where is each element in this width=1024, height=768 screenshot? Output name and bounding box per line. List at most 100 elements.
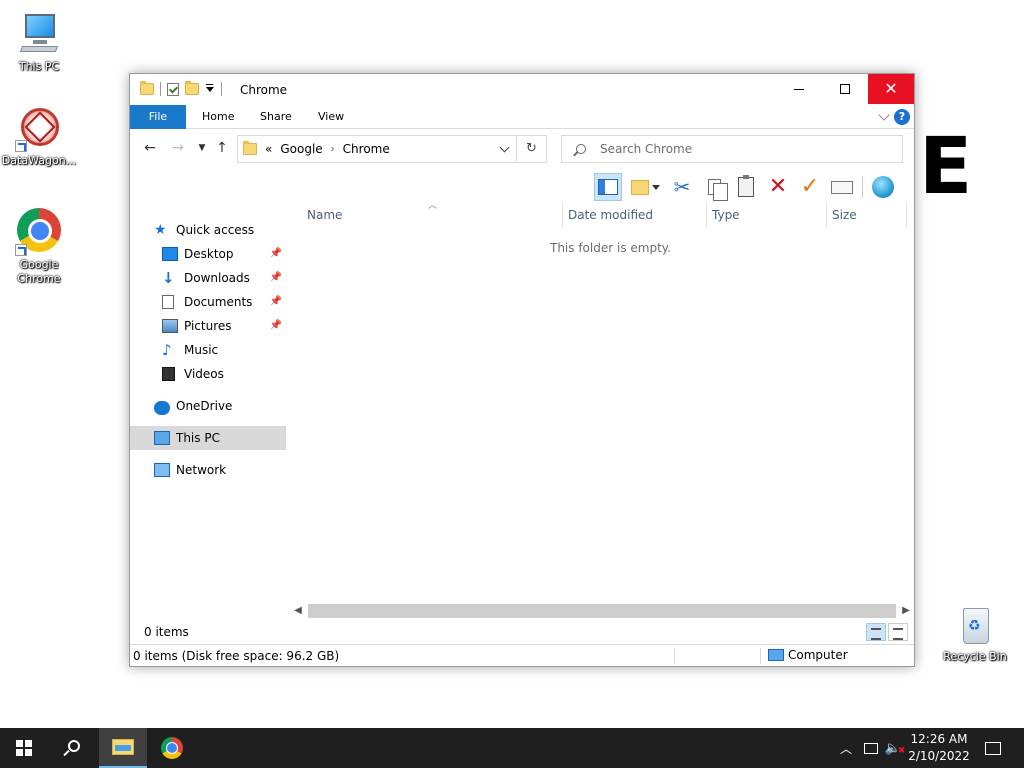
address-dropdown-chevron-icon[interactable] — [499, 142, 510, 153]
nav-pictures[interactable]: Pictures 📌 — [130, 314, 286, 338]
taskbar-file-explorer[interactable] — [99, 728, 147, 768]
breadcrumb-google[interactable]: Google — [280, 142, 322, 156]
taskbar-clock[interactable]: 12:26 AM 2/10/2022 — [906, 731, 972, 765]
tab-file[interactable]: File — [130, 105, 186, 129]
column-header-name[interactable]: Name — [307, 205, 342, 225]
music-icon: ♪ — [162, 341, 172, 359]
column-divider[interactable] — [562, 202, 563, 228]
up-button[interactable]: ↑ — [214, 140, 230, 156]
preview-pane-button[interactable] — [594, 173, 622, 201]
recent-locations-button[interactable]: ▼ — [194, 140, 210, 156]
cut-button[interactable]: ✂ — [668, 173, 696, 201]
tab-view[interactable]: View — [304, 105, 358, 129]
help-icon[interactable]: ? — [894, 109, 910, 125]
new-folder-button[interactable] — [626, 173, 654, 201]
back-button[interactable]: ← — [142, 140, 158, 156]
shortcut-arrow-icon — [15, 244, 27, 256]
taskbar-search-button[interactable] — [48, 728, 96, 768]
shell-button[interactable] — [869, 173, 897, 201]
separator — [674, 648, 675, 664]
column-header-type[interactable]: Type — [712, 205, 740, 225]
separator — [760, 648, 761, 664]
copy-button[interactable] — [700, 173, 728, 201]
column-divider[interactable] — [826, 202, 827, 228]
nav-quick-access[interactable]: ★ Quick access — [130, 218, 286, 242]
rename-button[interactable] — [828, 173, 856, 201]
minimize-button[interactable] — [776, 74, 822, 104]
expand-ribbon-chevron-icon[interactable] — [878, 109, 890, 121]
maximize-button[interactable] — [822, 74, 868, 104]
address-bar[interactable]: « Google › Chrome ↻ — [237, 135, 547, 163]
action-center-button[interactable] — [982, 728, 1004, 768]
horizontal-scrollbar[interactable]: ◀ ▶ — [290, 603, 914, 619]
desktop-icon-this-pc[interactable]: This PC — [1, 10, 77, 74]
nav-downloads[interactable]: ↓ Downloads 📌 — [130, 266, 286, 290]
scroll-right-icon[interactable]: ▶ — [898, 603, 914, 619]
pin-icon[interactable]: 📌 — [270, 296, 282, 307]
breadcrumb-separator[interactable]: › — [331, 144, 335, 155]
network-tray-button[interactable] — [862, 728, 880, 768]
status-disk-space: 0 items (Disk free space: 96.2 GB) — [133, 649, 340, 663]
separator — [160, 82, 161, 96]
breadcrumb-chrome[interactable]: Chrome — [343, 142, 390, 156]
shortcut-arrow-icon — [15, 140, 27, 152]
nav-network[interactable]: Network — [130, 458, 286, 482]
refresh-button[interactable]: ↻ — [516, 136, 546, 162]
taskbar: ︿ 🔈 ✖ 12:26 AM 2/10/2022 — [0, 728, 1024, 768]
network-icon — [154, 463, 170, 477]
volume-tray-button[interactable]: 🔈 ✖ — [885, 728, 906, 768]
folder-icon — [140, 81, 154, 95]
pin-icon[interactable]: 📌 — [270, 272, 282, 283]
details-view-button[interactable] — [866, 623, 886, 641]
arrow-up-icon: ↑ — [216, 140, 228, 156]
scrollbar-thumb[interactable] — [308, 604, 896, 618]
status-bar: 0 items (Disk free space: 96.2 GB) Compu… — [130, 644, 914, 666]
nav-label: Music — [184, 343, 219, 357]
column-divider[interactable] — [906, 202, 907, 228]
search-input[interactable] — [600, 142, 880, 156]
desktop-icon-google-chrome[interactable]: Google Chrome — [1, 206, 77, 286]
properties-button[interactable]: ✓ — [796, 173, 824, 201]
breadcrumb-overflow[interactable]: « — [265, 142, 272, 156]
tab-share[interactable]: Share — [246, 105, 306, 129]
copy-icon — [707, 179, 728, 201]
desktop-icon-label: DataWagon... — [1, 154, 77, 167]
column-divider[interactable] — [706, 202, 707, 228]
new-folder-icon — [631, 179, 649, 195]
view-switcher — [866, 623, 908, 641]
show-hidden-icons-button[interactable]: ︿ — [838, 728, 854, 768]
forward-button[interactable]: → — [170, 140, 186, 156]
taskbar-chrome[interactable] — [148, 728, 196, 768]
pin-icon[interactable]: 📌 — [270, 248, 282, 259]
desktop-icon-label: Recycle Bin — [943, 650, 1007, 663]
nav-onedrive[interactable]: OneDrive — [130, 394, 286, 418]
search-box[interactable] — [561, 135, 903, 163]
nav-label: Documents — [184, 295, 253, 309]
chevron-down-icon: ▼ — [198, 143, 206, 153]
delete-button[interactable]: ✕ — [764, 173, 792, 201]
download-icon: ↓ — [162, 269, 175, 287]
large-icons-view-button[interactable] — [888, 623, 908, 641]
star-icon: ★ — [154, 222, 167, 238]
close-button[interactable]: ✕ — [868, 74, 914, 104]
scroll-left-icon[interactable]: ◀ — [290, 603, 306, 619]
tab-home[interactable]: Home — [188, 105, 248, 129]
paste-button[interactable] — [732, 173, 760, 201]
new-folder-qa-icon[interactable] — [185, 81, 199, 95]
chrome-icon — [15, 208, 63, 256]
nav-this-pc[interactable]: This PC — [130, 426, 286, 450]
nav-music[interactable]: ♪ Music — [130, 338, 286, 362]
nav-label: OneDrive — [176, 399, 233, 413]
nav-desktop[interactable]: Desktop 📌 — [130, 242, 286, 266]
nav-documents[interactable]: Documents 📌 — [130, 290, 286, 314]
start-button[interactable] — [0, 728, 48, 768]
desktop-icon-datawagon[interactable]: DataWagon... — [1, 104, 77, 168]
customize-qa-dropdown-icon[interactable] — [205, 84, 215, 94]
pin-icon[interactable]: 📌 — [270, 320, 282, 331]
column-header-date-modified[interactable]: Date modified — [568, 205, 653, 225]
desktop-icon-recycle-bin[interactable]: ♻ Recycle Bin — [937, 600, 1013, 664]
title-bar[interactable]: Chrome ✕ — [130, 74, 914, 105]
properties-qa-icon[interactable] — [167, 82, 179, 96]
nav-videos[interactable]: Videos — [130, 362, 286, 386]
column-header-size[interactable]: Size — [832, 205, 857, 225]
